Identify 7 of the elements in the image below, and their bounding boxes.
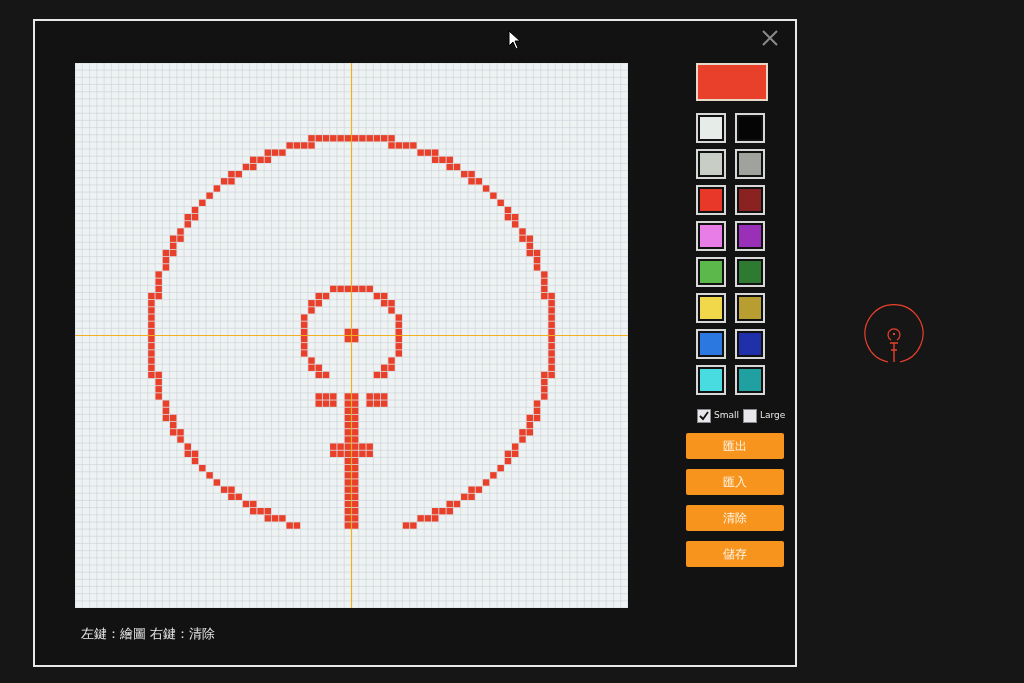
action-button[interactable]: 匯出 xyxy=(686,433,784,459)
action-button[interactable]: 匯入 xyxy=(686,469,784,495)
checkbox-label: Large xyxy=(760,409,786,423)
instruction-text: 左鍵：繪圖 右鍵：清除 xyxy=(81,625,217,643)
action-button[interactable]: 清除 xyxy=(686,505,784,531)
checkbox-label: Small xyxy=(714,409,739,423)
action-button[interactable]: 儲存 xyxy=(686,541,784,567)
